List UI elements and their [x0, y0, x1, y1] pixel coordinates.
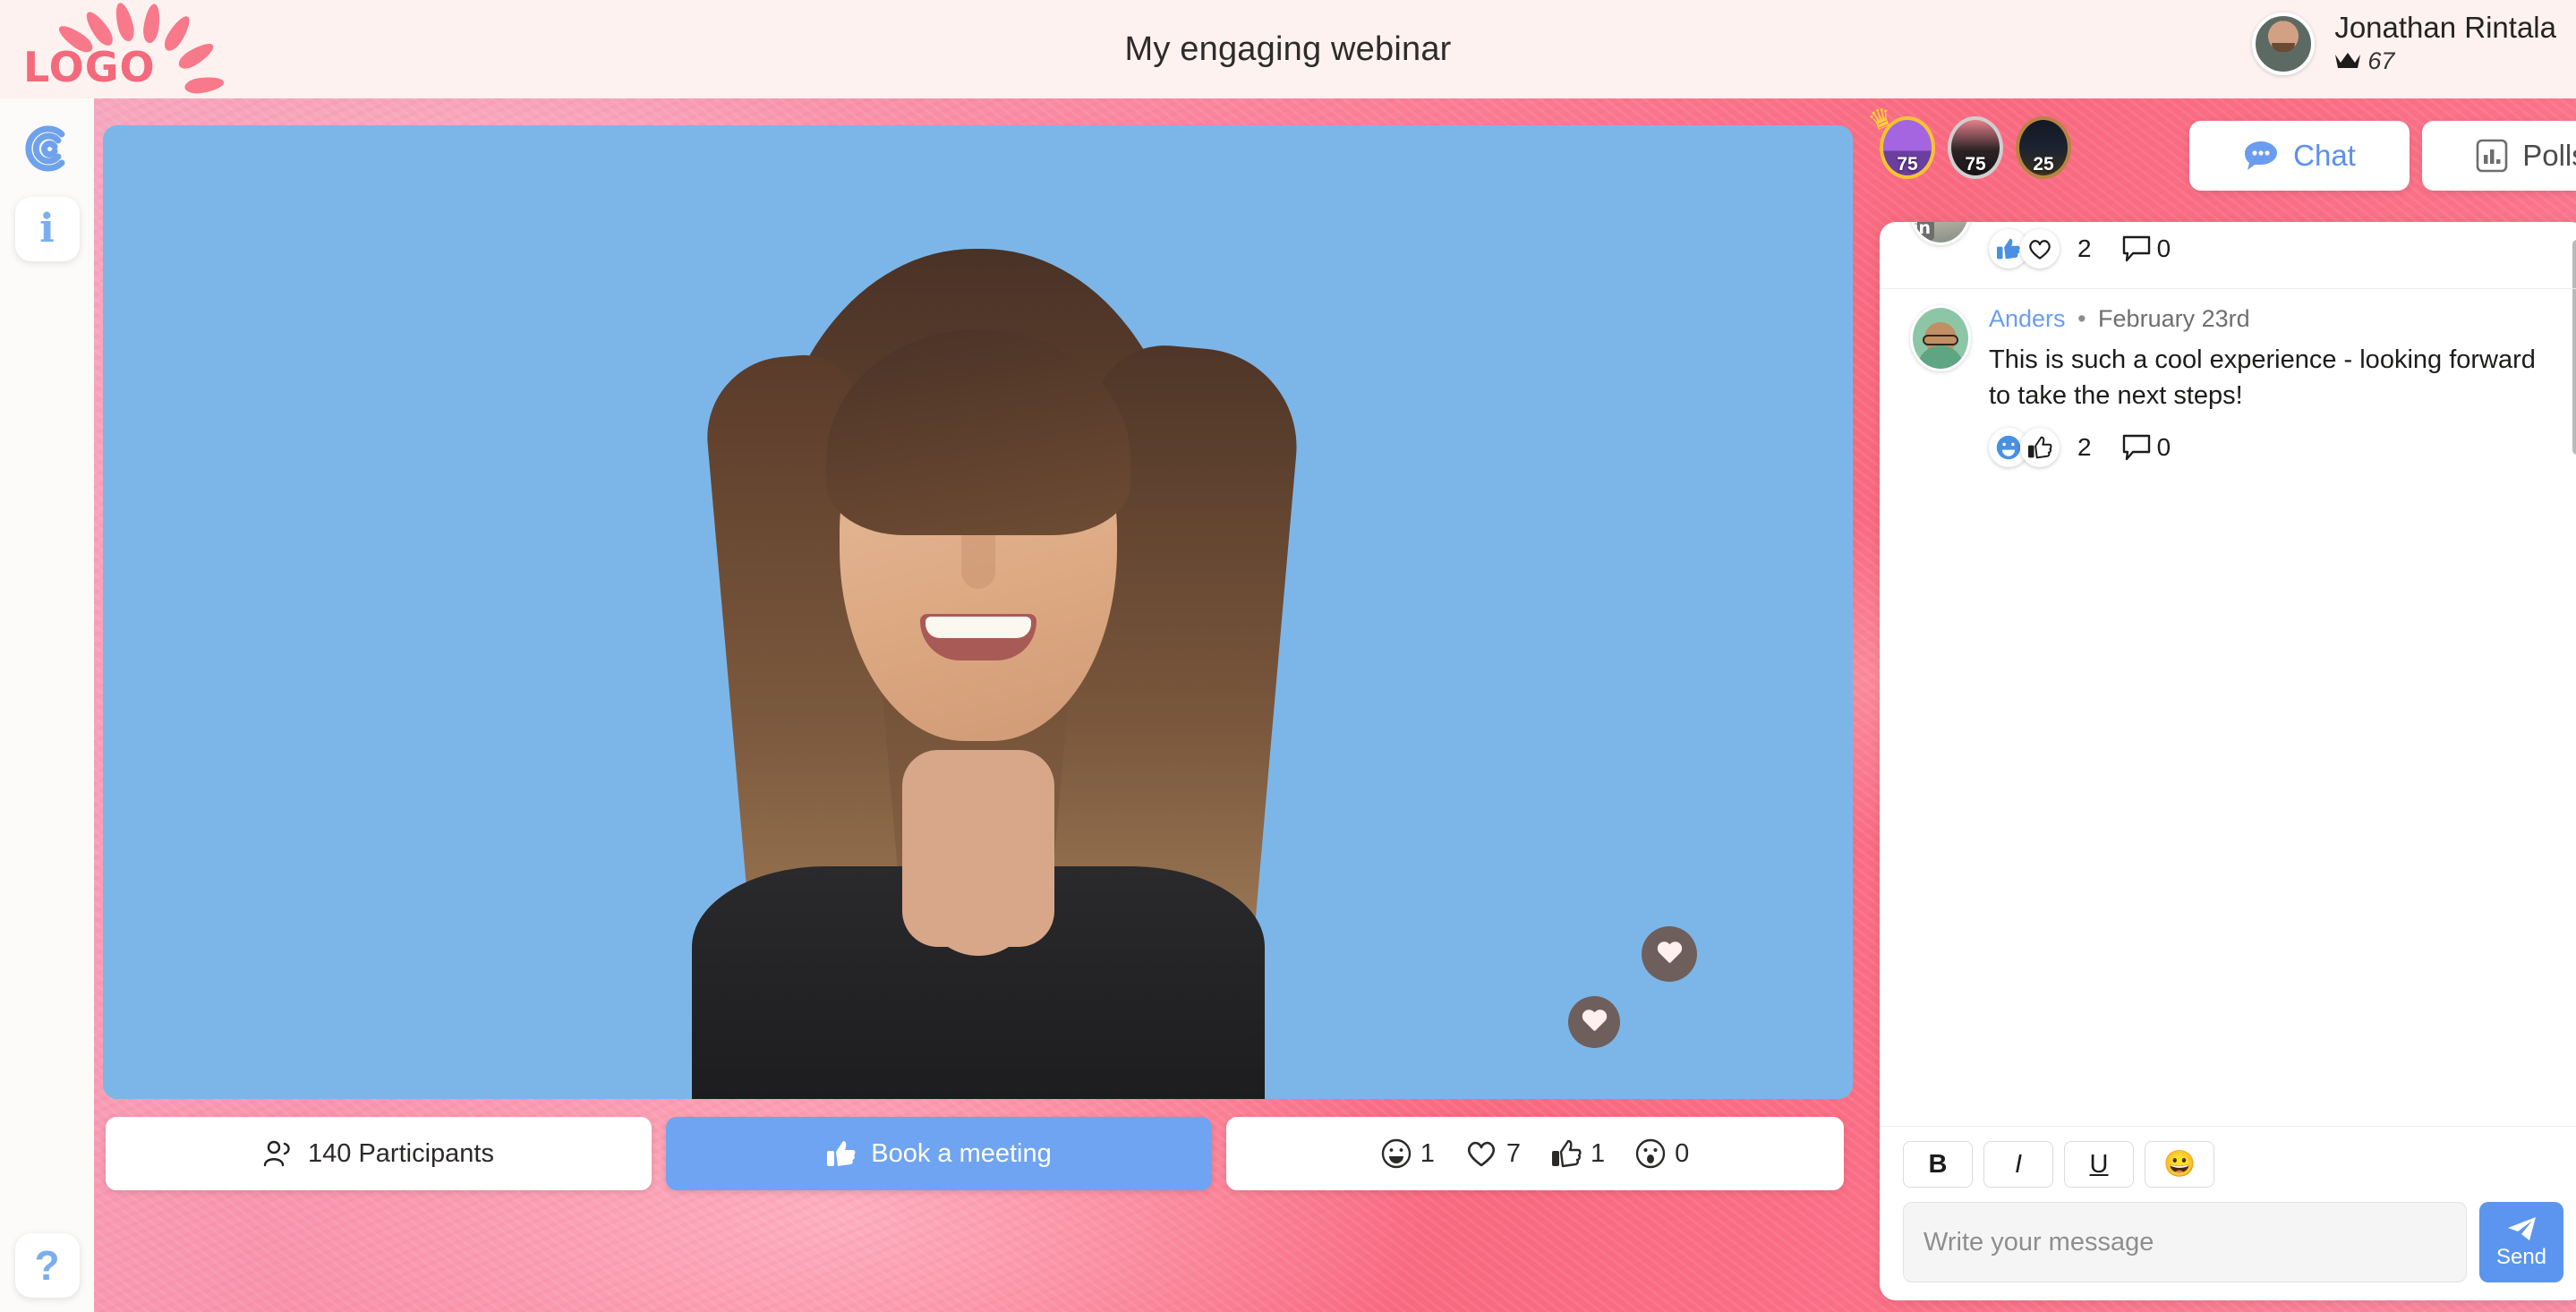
- chat-bubble-icon: [2245, 141, 2278, 170]
- send-button[interactable]: Send: [2479, 1202, 2563, 1282]
- message-header: Anders • February 23rd: [1989, 305, 2560, 333]
- surprised-icon: [1635, 1138, 1666, 1169]
- smiley-icon: [1381, 1138, 1411, 1169]
- page-title: My engaging webinar: [1124, 30, 1452, 68]
- leaderboard-item[interactable]: ♛ 75: [1864, 101, 1935, 179]
- tab-chat[interactable]: Chat: [2189, 121, 2410, 191]
- floating-reaction-heart: [1642, 926, 1697, 982]
- presenter-video[interactable]: [103, 125, 1853, 1099]
- book-meeting-button[interactable]: Book a meeting: [666, 1117, 1212, 1190]
- leaderboard-score: 75: [1965, 154, 1986, 175]
- reactions-bar: 1 7 1 0: [1226, 1117, 1844, 1190]
- format-toolbar: B I U 😀: [1903, 1141, 2563, 1188]
- avatar: in: [1910, 222, 1971, 245]
- thumbs-up-icon: [2020, 428, 2060, 468]
- leaderboard-item[interactable]: 25: [2016, 116, 2071, 179]
- tab-polls-label: Polls: [2522, 139, 2576, 172]
- chat-message-list[interactable]: in Can't wait - great to see you live! 🙏…: [1880, 222, 2576, 1126]
- broadcast-icon: [24, 125, 64, 172]
- book-meeting-label: Book a meeting: [871, 1138, 1052, 1168]
- reaction-count: 1: [1420, 1138, 1435, 1168]
- stage-action-bar: 140 Participants Book a meeting 1 7 1 0: [106, 1117, 1851, 1190]
- leaderboard-score: 75: [1897, 154, 1918, 175]
- floating-reaction-heart: [1568, 996, 1620, 1048]
- sidebar-item-help[interactable]: ?: [14, 1233, 80, 1298]
- reaction-count: 0: [1675, 1138, 1690, 1168]
- chat-message: in Can't wait - great to see you live! 🙏…: [1880, 222, 2576, 288]
- participants-button[interactable]: 140 Participants: [106, 1117, 652, 1190]
- reaction-count: 7: [1506, 1138, 1521, 1168]
- comment-count-group[interactable]: 0: [2122, 433, 2171, 462]
- bold-button[interactable]: B: [1903, 1141, 1973, 1188]
- user-name: Jonathan Rintala: [2334, 11, 2556, 45]
- thumbs-up-icon: [1552, 1139, 1582, 1168]
- comment-count-group[interactable]: 0: [2122, 234, 2171, 263]
- reaction-count: 1: [1591, 1138, 1606, 1168]
- avatar: [1910, 305, 1971, 372]
- underline-button[interactable]: U: [2064, 1141, 2134, 1188]
- user-points: 67: [2334, 47, 2556, 75]
- chat-panel: in Can't wait - great to see you live! 🙏…: [1880, 222, 2576, 1300]
- separator-dot: •: [2077, 305, 2086, 333]
- message-reactions[interactable]: [1989, 229, 2060, 269]
- crown-icon: [2335, 53, 2361, 69]
- leaderboard-item[interactable]: 75: [1948, 116, 2003, 179]
- thumbs-up-icon: [827, 1141, 856, 1166]
- italic-button[interactable]: I: [1983, 1141, 2053, 1188]
- reaction-thumbsup[interactable]: 1: [1551, 1138, 1605, 1169]
- message-composer: B I U 😀 Write your message Send: [1880, 1126, 2576, 1300]
- message-input[interactable]: Write your message: [1903, 1202, 2467, 1282]
- people-icon: [263, 1140, 290, 1167]
- poll-bars-icon: [2476, 139, 2508, 173]
- tab-polls[interactable]: Polls: [2422, 121, 2576, 191]
- sidebar-item-broadcast[interactable]: [15, 116, 80, 185]
- message-reactions[interactable]: [1989, 428, 2060, 468]
- emoji-button[interactable]: 😀: [2145, 1141, 2214, 1188]
- send-label: Send: [2495, 1245, 2547, 1269]
- heart-icon: [1467, 1141, 1495, 1167]
- comment-count: 0: [2156, 234, 2171, 263]
- help-icon: ?: [34, 1242, 60, 1289]
- reaction-surprised[interactable]: 0: [1635, 1138, 1689, 1169]
- user-profile[interactable]: Jonathan Rintala 67: [2252, 13, 2556, 75]
- linkedin-badge-icon: in: [1913, 222, 1934, 241]
- message-text: This is such a cool experience - looking…: [1989, 345, 2536, 411]
- avatar: [2252, 13, 2316, 75]
- info-icon: i: [39, 206, 55, 251]
- heart-icon: [2020, 229, 2060, 269]
- reaction-count: 2: [2077, 234, 2092, 263]
- participants-label: 140 Participants: [308, 1138, 494, 1168]
- reaction-smiley[interactable]: 1: [1381, 1138, 1435, 1169]
- reaction-count: 2: [2077, 433, 2092, 462]
- tab-chat-label: Chat: [2293, 139, 2356, 172]
- paper-plane-icon: [2508, 1217, 2536, 1240]
- heart-icon: [1657, 942, 1682, 966]
- comment-count: 0: [2156, 433, 2171, 462]
- points-value: 67: [2367, 47, 2395, 74]
- chat-message: Anders • February 23rd This is such a co…: [1880, 288, 2576, 487]
- message-author: Anders: [1989, 305, 2066, 333]
- top-header-bar: LOGO My engaging webinar Jonathan Rintal…: [0, 0, 2576, 98]
- reaction-heart[interactable]: 7: [1465, 1139, 1521, 1169]
- comment-icon: [2122, 434, 2150, 461]
- heart-icon: [1582, 1010, 1607, 1034]
- sidebar-item-info[interactable]: i: [14, 197, 80, 261]
- leaderboard-score: 25: [2033, 154, 2054, 175]
- comment-icon: [2122, 235, 2150, 262]
- message-date: February 23rd: [2098, 305, 2250, 333]
- leaderboard: ♛ 75 75 25: [1864, 101, 2071, 179]
- message-input-placeholder: Write your message: [1923, 1227, 2154, 1257]
- presenter-figure: [665, 195, 1305, 1099]
- left-sidebar: i ?: [0, 98, 94, 1312]
